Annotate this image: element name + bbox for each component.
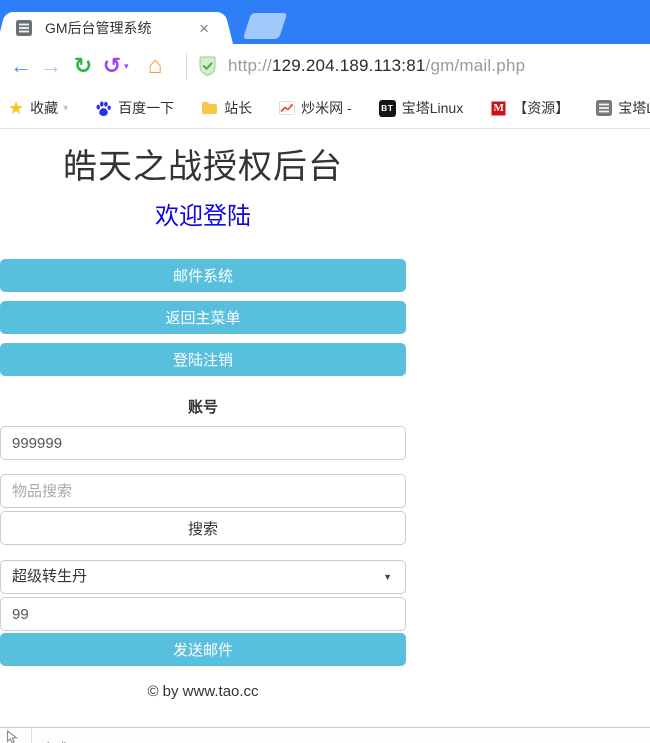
item-search-input[interactable] (0, 474, 406, 508)
nav-button-group: 邮件系统 返回主菜单 登陆注销 (0, 259, 406, 376)
browser-tab[interactable]: GM后台管理系统 × (8, 12, 222, 44)
chevron-down-icon: ▼ (383, 561, 392, 593)
item-select-value: 超级转生丹 (12, 568, 87, 585)
bookmark-label: 站长 (224, 98, 252, 118)
logout-button[interactable]: 登陆注销 (0, 343, 406, 376)
bt-badge-icon: BT (379, 100, 396, 117)
bookmarks-bar: ★ 收藏 ▾ 百度一下 站长 炒米网 - BT 宝塔Linux M 【资 (0, 88, 650, 129)
forward-icon[interactable]: → (36, 44, 66, 88)
favorites-label: 收藏 (30, 98, 58, 118)
bookmark-label: 【资源】 (513, 98, 569, 118)
undo-icon[interactable]: ↺ (100, 44, 124, 88)
tab-close-icon[interactable]: × (196, 20, 212, 37)
bookmark-baota-li[interactable]: 宝塔Li (596, 98, 650, 118)
back-to-menu-button[interactable]: 返回主菜单 (0, 301, 406, 334)
page-content: 皓天之战授权后台 欢迎登陆 邮件系统 返回主菜单 登陆注销 账号 搜索 超级转生… (0, 147, 650, 743)
account-label: 账号 (0, 396, 406, 417)
footer-copyright: © by www.tao.cc (0, 683, 406, 700)
mail-system-button[interactable]: 邮件系统 (0, 259, 406, 292)
new-tab-button[interactable] (243, 13, 287, 39)
form-column: 皓天之战授权后台 欢迎登陆 邮件系统 返回主菜单 登陆注销 账号 搜索 超级转生… (0, 147, 406, 700)
account-input[interactable] (0, 426, 406, 460)
chevron-down-icon: ▾ (63, 103, 68, 114)
bookmark-ziyuan[interactable]: M 【资源】 (490, 98, 569, 118)
bookmark-label: 宝塔Li (618, 98, 650, 118)
bookmark-label: 炒米网 - (301, 98, 352, 118)
tab-title: GM后台管理系统 (45, 18, 196, 38)
page-title: 皓天之战授权后台 (0, 147, 406, 187)
cursor-pointer-icon (6, 730, 18, 743)
send-mail-button[interactable]: 发送邮件 (0, 633, 406, 666)
welcome-login-link[interactable]: 欢迎登陆 (0, 203, 406, 231)
quantity-input[interactable] (0, 597, 406, 631)
favorites-menu[interactable]: ★ 收藏 ▾ (8, 98, 68, 118)
url-path: /gm/mail.php (426, 56, 526, 75)
document-icon (596, 100, 612, 116)
address-url[interactable]: http://129.204.189.113:81/gm/mail.php (228, 56, 525, 76)
star-icon: ★ (8, 99, 24, 117)
site-favicon-icon (16, 20, 32, 36)
baidu-paw-icon (95, 100, 112, 117)
status-bar: 完成 (0, 727, 650, 743)
bookmark-baidu[interactable]: 百度一下 (95, 98, 174, 118)
toolbar-divider (186, 53, 187, 80)
bookmark-label: 宝塔Linux (402, 98, 463, 118)
refresh-icon[interactable]: ↻ (66, 44, 100, 88)
home-icon[interactable]: ⌂ (138, 44, 172, 88)
url-host: 129.204.189.113:81 (272, 56, 426, 75)
back-icon[interactable]: ← (6, 44, 36, 88)
browser-toolbar: ← → ↻ ↺ ▾ ⌂ http://129.204.189.113:81/gm… (0, 44, 650, 88)
statusbar-divider (31, 728, 32, 743)
bookmark-chaomiwang[interactable]: 炒米网 - (279, 98, 352, 118)
item-select[interactable]: 超级转生丹 ▼ (0, 560, 406, 594)
url-scheme: http:// (228, 56, 272, 75)
browser-titlebar: GM后台管理系统 × (0, 0, 650, 44)
bookmark-label: 百度一下 (118, 98, 174, 118)
statusbar-text: 完成 (42, 738, 68, 743)
search-button[interactable]: 搜索 (0, 511, 406, 545)
folder-icon (201, 101, 218, 115)
stock-chart-icon (279, 101, 295, 115)
undo-dropdown-icon[interactable]: ▾ (124, 44, 138, 88)
security-shield-icon[interactable] (197, 55, 218, 78)
bookmark-zhanzhang[interactable]: 站长 (201, 98, 252, 118)
m-badge-icon: M (490, 100, 507, 117)
bookmark-baota-linux[interactable]: BT 宝塔Linux (379, 98, 463, 118)
